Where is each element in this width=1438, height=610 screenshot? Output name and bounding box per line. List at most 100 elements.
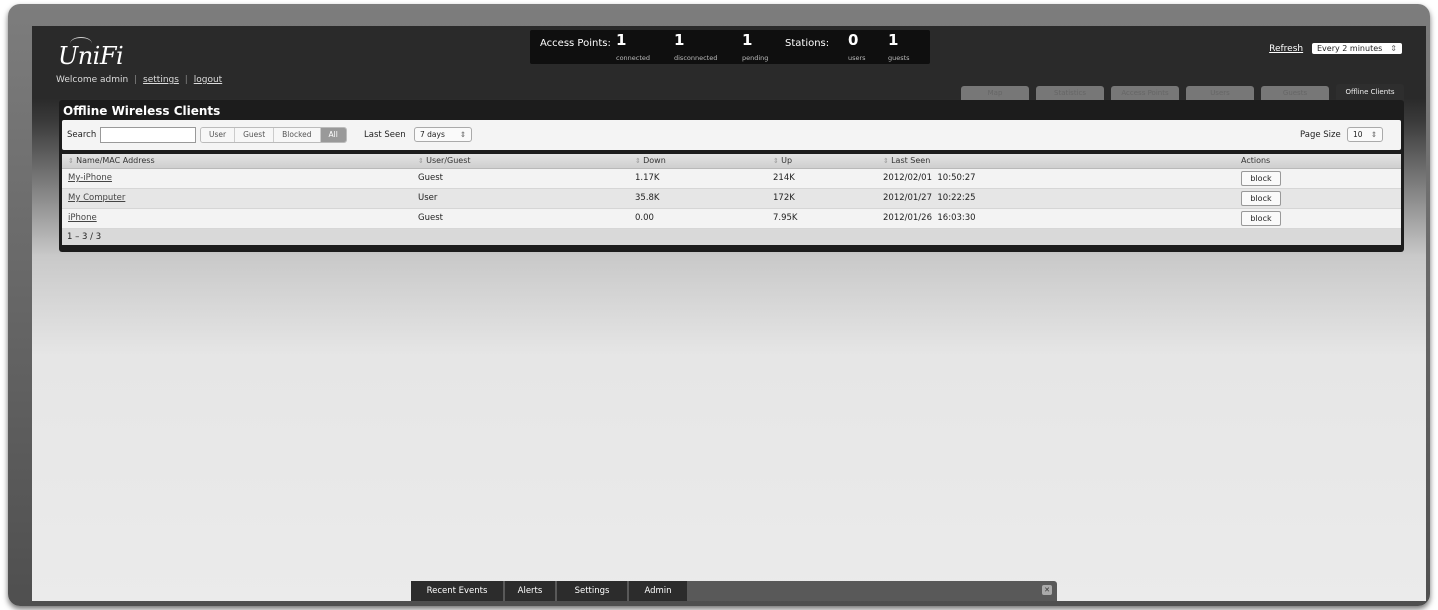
tab-guests[interactable]: Guests [1261,86,1329,101]
filter-guest[interactable]: Guest [235,128,275,142]
tab-users[interactable]: Users [1186,86,1254,101]
last-seen-value: 7 days [420,130,445,139]
connected-label: connected [616,54,651,62]
tab-recent-events[interactable]: Recent Events [411,581,503,601]
panel-title: Offline Wireless Clients [63,104,221,118]
last-seen-label: Last Seen [364,130,406,140]
app-screen: UniFi Welcome admin | settings | logout … [32,26,1426,601]
search-input[interactable] [100,127,196,143]
settings-link[interactable]: settings [143,75,179,85]
page-size-value: 10 [1353,130,1363,139]
table-row: My Computer User 35.8K 172K 2012/01/27 1… [62,189,1401,209]
tab-access-points[interactable]: Access Points [1111,86,1179,101]
bottom-bar: Recent Events Alerts Settings Admin ✕ [411,581,1057,601]
refresh-link[interactable]: Refresh [1269,44,1303,54]
guests-count: 1 [888,31,899,49]
tab-settings-bottom[interactable]: Settings [557,581,627,601]
cell-up: 172K [773,193,795,203]
sort-icon: ⇕ [68,157,77,165]
filter-bar: Search User Guest Blocked All Last Seen … [62,120,1401,150]
client-link[interactable]: My-iPhone [68,173,112,183]
table-pagination: 1 – 3 / 3 [62,229,1401,245]
table-row: iPhone Guest 0.00 7.95K 2012/01/26 16:03… [62,209,1401,229]
cell-actions: block [1241,209,1391,228]
offline-clients-panel: Offline Wireless Clients Search User Gue… [59,100,1404,252]
pending-count: 1 [742,31,753,49]
table-header: ⇕ Name/MAC Address ⇕ User/Guest ⇕ Down ⇕… [62,154,1401,169]
sort-icon: ⇕ [773,157,782,165]
stations-label: Stations: [785,38,830,49]
select-arrow-icon: ⇕ [1390,44,1397,53]
column-header-actions: Actions [1241,156,1271,165]
page-size-select[interactable]: 10 ⇕ [1347,127,1383,142]
cell-name: My-iPhone [62,169,418,188]
cell-up: 214K [773,173,795,183]
select-arrow-icon: ⇕ [1370,130,1377,139]
sort-icon: ⇕ [883,157,892,165]
column-header-last-seen[interactable]: ⇕ Last Seen [883,154,1241,168]
user-bar: Welcome admin | settings | logout [56,75,222,85]
cell-down: 35.8K [635,193,660,203]
cell-type: Guest [418,173,443,183]
stats-bar: Access Points: 1 connected 1 disconnecte… [530,30,930,64]
column-header-down[interactable]: ⇕ Down [635,154,773,168]
tab-alerts[interactable]: Alerts [505,581,555,601]
main-tabs: Map Statistics Access Points Users Guests Off… [954,82,1404,101]
clients-table: ⇕ Name/MAC Address ⇕ User/Guest ⇕ Down ⇕… [62,154,1401,245]
separator: | [184,75,188,85]
filter-user[interactable]: User [201,128,236,142]
tab-offline-clients[interactable]: Offline Clients [1336,84,1404,101]
column-header-label: User/Guest [426,156,471,165]
cell-down: 1.17K [635,173,660,183]
cell-last-seen: 2012/01/27 10:22:25 [883,193,976,203]
filter-all[interactable]: All [320,128,346,142]
close-icon[interactable]: ✕ [1042,585,1052,595]
column-header-label: Last Seen [891,156,931,165]
cell-last-seen: 2012/02/01 10:50:27 [883,173,976,183]
separator: | [134,75,138,85]
refresh-interval-select[interactable]: Every 2 minutes ⇕ [1312,43,1402,54]
client-link[interactable]: My Computer [68,193,125,203]
disconnected-label: disconnected [674,54,718,62]
logo-arc-icon [70,37,92,50]
select-arrow-icon: ⇕ [459,130,466,139]
cell-name: iPhone [62,209,418,228]
search-label: Search [67,130,97,140]
client-link[interactable]: iPhone [68,213,97,223]
tab-admin[interactable]: Admin [629,581,687,601]
column-header-label: Down [643,156,666,165]
sort-icon: ⇕ [635,157,644,165]
welcome-text: Welcome admin [56,75,129,85]
refresh-control: Refresh Every 2 minutes ⇕ [1269,43,1402,54]
cell-actions: block [1241,189,1391,208]
page-size-label: Page Size [1300,130,1341,140]
unifi-logo: UniFi [58,37,124,70]
pending-label: pending [742,54,769,62]
cell-type: Guest [418,213,443,223]
column-header-label: Name/MAC Address [76,156,155,165]
column-header-name[interactable]: ⇕ Name/MAC Address [62,154,418,168]
sort-icon: ⇕ [418,157,427,165]
table-row: My-iPhone Guest 1.17K 214K 2012/02/01 10… [62,169,1401,189]
last-seen-select[interactable]: 7 days ⇕ [414,127,472,142]
cell-type: User [418,193,438,203]
column-header-label: Up [781,156,793,165]
cell-actions: block [1241,169,1391,188]
block-button[interactable]: block [1241,211,1281,226]
block-button[interactable]: block [1241,191,1281,206]
filter-blocked[interactable]: Blocked [274,128,321,142]
access-points-label: Access Points: [540,38,611,49]
disconnected-count: 1 [674,31,685,49]
column-header-type[interactable]: ⇕ User/Guest [418,154,635,168]
tab-statistics[interactable]: Statistics [1036,86,1104,101]
logout-link[interactable]: logout [194,75,222,85]
refresh-interval-value: Every 2 minutes [1317,44,1383,53]
users-label: users [848,54,866,62]
cell-last-seen: 2012/01/26 16:03:30 [883,213,976,223]
block-button[interactable]: block [1241,171,1281,186]
tab-map[interactable]: Map [961,86,1029,101]
column-header-up[interactable]: ⇕ Up [773,154,883,168]
connected-count: 1 [616,31,627,49]
cell-down: 0.00 [635,213,654,223]
guests-label: guests [888,54,910,62]
